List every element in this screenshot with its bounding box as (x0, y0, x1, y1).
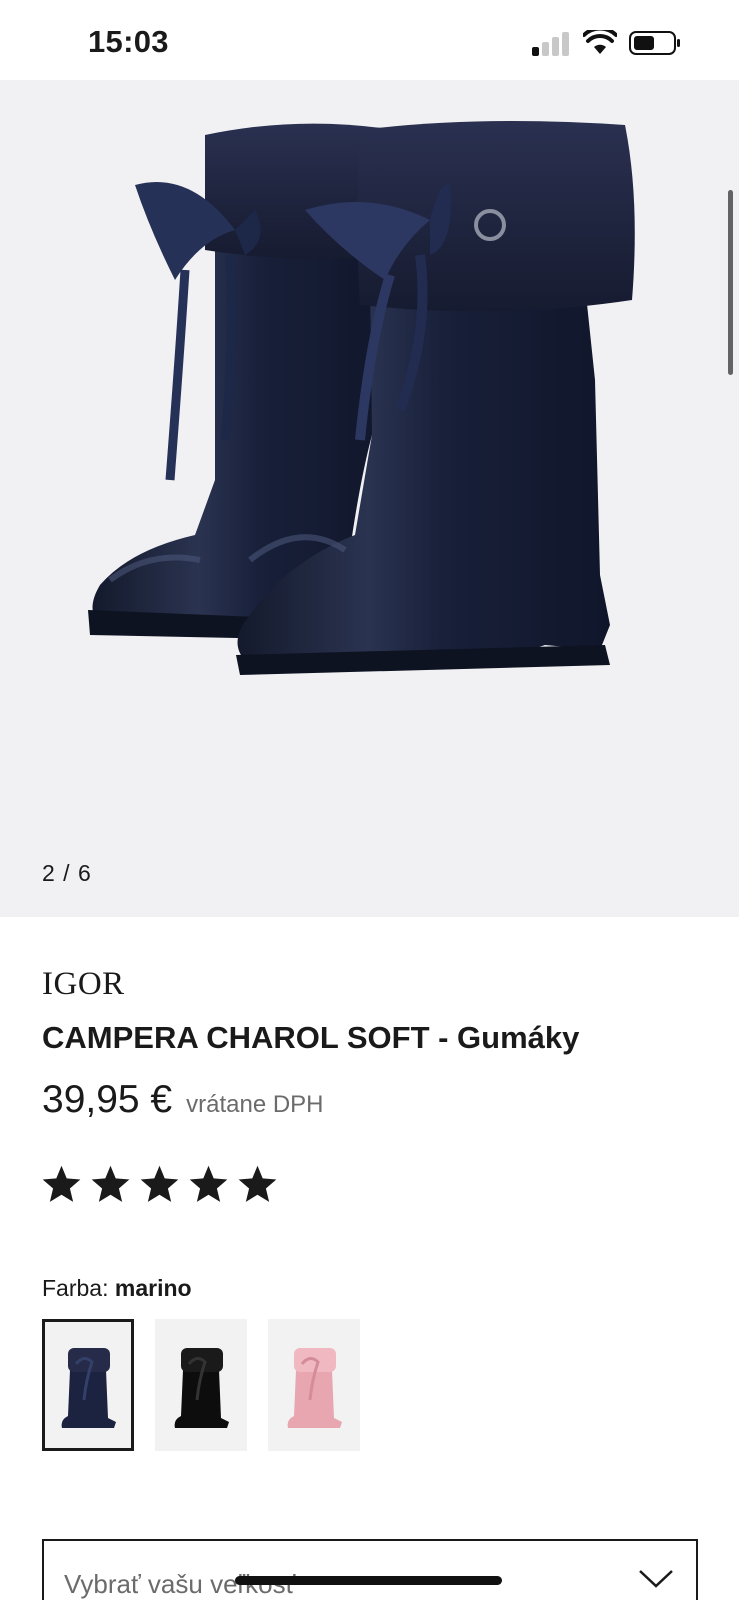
swatch-pink[interactable] (268, 1319, 360, 1451)
boot-thumbnail-pink (287, 1348, 342, 1428)
color-label-text: Farba: (42, 1275, 109, 1301)
chevron-down-icon (639, 1570, 673, 1588)
status-time: 15:03 (88, 24, 169, 59)
star-icon (189, 1165, 228, 1202)
cellular-signal-icon (532, 32, 570, 56)
brand-name[interactable]: IGOR (42, 966, 125, 1003)
star-icon (42, 1165, 81, 1202)
rating-stars[interactable] (40, 1163, 279, 1206)
swatch-marino[interactable] (42, 1319, 134, 1451)
wifi-icon (583, 30, 617, 54)
price: 39,95 € (42, 1078, 173, 1121)
home-indicator[interactable] (235, 1576, 502, 1585)
selected-color: marino (114, 1275, 192, 1301)
color-swatches (42, 1319, 360, 1451)
product-title: CAMPERA CHAROL SOFT - Gumáky (42, 1020, 580, 1055)
gallery-scrollbar[interactable] (728, 190, 733, 375)
star-icon (91, 1165, 130, 1202)
boot-thumbnail-navy (61, 1348, 116, 1428)
swatch-black[interactable] (155, 1319, 247, 1451)
color-label: Farba: marino (42, 1275, 192, 1302)
star-icon (238, 1165, 277, 1202)
gallery-counter: 2 / 6 (42, 860, 92, 886)
battery-icon (629, 31, 680, 55)
price-note: vrátane DPH (186, 1091, 324, 1118)
product-image (88, 121, 635, 675)
price-row: 39,95 € vrátane DPH (42, 1078, 324, 1122)
product-image-gallery[interactable] (0, 80, 739, 917)
status-bar: 15:03 (0, 0, 739, 80)
star-icon (140, 1165, 179, 1202)
size-select[interactable]: Vybrať vašu veľkosť (42, 1539, 698, 1600)
boot-thumbnail-black (174, 1348, 229, 1428)
